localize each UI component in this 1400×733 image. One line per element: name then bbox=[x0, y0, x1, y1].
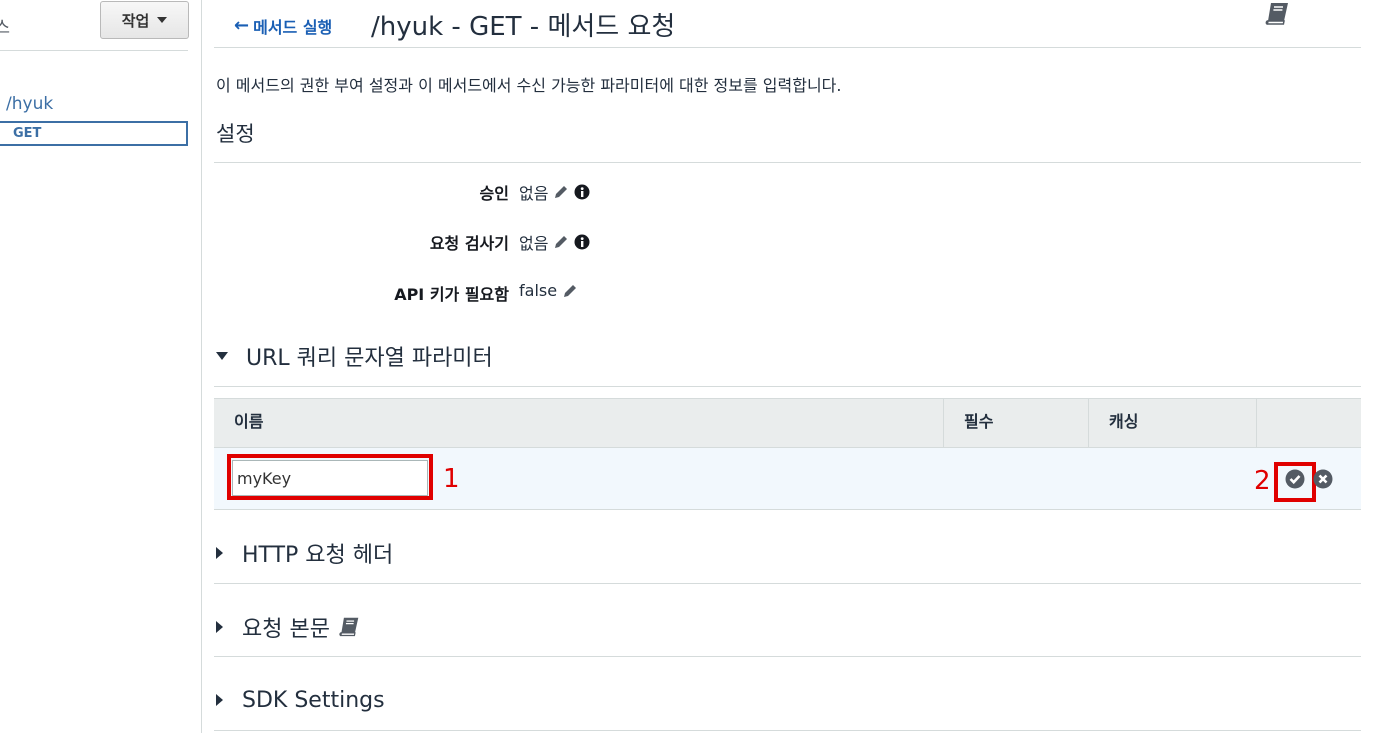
sdk-settings-toggle[interactable]: SDK Settings bbox=[214, 684, 1361, 716]
page-header: ← 메서드 실행 /hyuk - GET - 메서드 요청 bbox=[214, 0, 1361, 48]
back-link-label: 메서드 실행 bbox=[253, 18, 333, 37]
query-params-toggle[interactable]: URL 쿼리 문자열 파라미터 bbox=[214, 340, 1361, 372]
setting-label: 승인 bbox=[479, 184, 509, 203]
column-header-actions bbox=[1257, 399, 1361, 449]
pencil-icon[interactable] bbox=[553, 234, 569, 250]
caret-right-icon bbox=[216, 547, 223, 559]
sidebar-divider bbox=[0, 50, 188, 51]
settings-title: 설정 bbox=[216, 122, 255, 146]
caret-right-icon bbox=[216, 621, 223, 633]
setting-label: API 키가 필요함 bbox=[394, 285, 509, 304]
caret-down-icon bbox=[157, 17, 168, 23]
sidebar: 리소스 작업 /hyuk GET bbox=[0, 0, 202, 733]
method-tree-item[interactable]: GET bbox=[0, 121, 188, 146]
pencil-icon[interactable] bbox=[553, 184, 569, 200]
page-title: /hyuk - GET - 메서드 요청 bbox=[371, 12, 676, 42]
info-icon[interactable] bbox=[574, 184, 590, 200]
request-body-toggle[interactable]: 요청 본문 bbox=[214, 611, 1361, 643]
main-panel: ← 메서드 실행 /hyuk - GET - 메서드 요청 이 메서드의 권한 … bbox=[214, 0, 1361, 733]
divider bbox=[214, 386, 1361, 387]
annotation-label: 2 bbox=[1254, 466, 1271, 496]
setting-row-api-key: API 키가 필요함 false bbox=[214, 281, 914, 305]
section-title: HTTP 요청 헤더 bbox=[242, 543, 394, 568]
actions-button[interactable]: 작업 bbox=[100, 1, 189, 39]
sidebar-title: 리소스 bbox=[0, 18, 10, 38]
setting-label: 요청 검사기 bbox=[429, 234, 509, 253]
close-circle-icon[interactable] bbox=[1313, 469, 1333, 489]
book-icon[interactable] bbox=[1264, 1, 1290, 27]
annotation-label: 1 bbox=[443, 464, 460, 494]
divider bbox=[214, 162, 1361, 163]
section-title: 요청 본문 bbox=[242, 617, 330, 642]
column-header-caching: 캐싱 bbox=[1089, 399, 1257, 449]
check-circle-icon[interactable] bbox=[1285, 469, 1305, 489]
setting-value: 없음 bbox=[519, 180, 590, 204]
method-execution-link[interactable]: ← 메서드 실행 bbox=[234, 14, 332, 38]
setting-value: false bbox=[519, 281, 578, 300]
caret-right-icon bbox=[216, 694, 223, 706]
column-header-name: 이름 bbox=[214, 399, 944, 449]
arrow-left-icon: ← bbox=[234, 15, 250, 36]
actions-button-label: 작업 bbox=[121, 11, 150, 30]
table-row: 1 2 bbox=[214, 448, 1361, 510]
setting-value-text: false bbox=[519, 281, 558, 300]
setting-row-request-validator: 요청 검사기 없음 bbox=[214, 230, 914, 254]
pencil-icon[interactable] bbox=[562, 283, 578, 299]
param-name-input[interactable] bbox=[232, 460, 428, 496]
section-title: SDK Settings bbox=[242, 687, 385, 713]
column-header-required: 필수 bbox=[944, 399, 1089, 449]
divider bbox=[214, 583, 1361, 584]
setting-value-text: 없음 bbox=[519, 234, 549, 253]
setting-value: 없음 bbox=[519, 230, 590, 254]
book-icon[interactable] bbox=[338, 616, 360, 638]
caret-down-icon bbox=[216, 352, 228, 360]
query-params-table-header: 이름 필수 캐싱 bbox=[214, 398, 1361, 449]
setting-row-authorization: 승인 없음 bbox=[214, 180, 914, 204]
query-params-title: URL 쿼리 문자열 파라미터 bbox=[246, 346, 493, 371]
setting-value-text: 없음 bbox=[519, 184, 549, 203]
page-description: 이 메서드의 권한 부여 설정과 이 메서드에서 수신 가능한 파라미터에 대한… bbox=[216, 76, 842, 95]
info-icon[interactable] bbox=[574, 234, 590, 250]
divider bbox=[214, 730, 1361, 731]
divider bbox=[214, 656, 1361, 657]
resource-tree-item[interactable]: /hyuk bbox=[6, 94, 53, 114]
http-headers-toggle[interactable]: HTTP 요청 헤더 bbox=[214, 537, 1361, 569]
